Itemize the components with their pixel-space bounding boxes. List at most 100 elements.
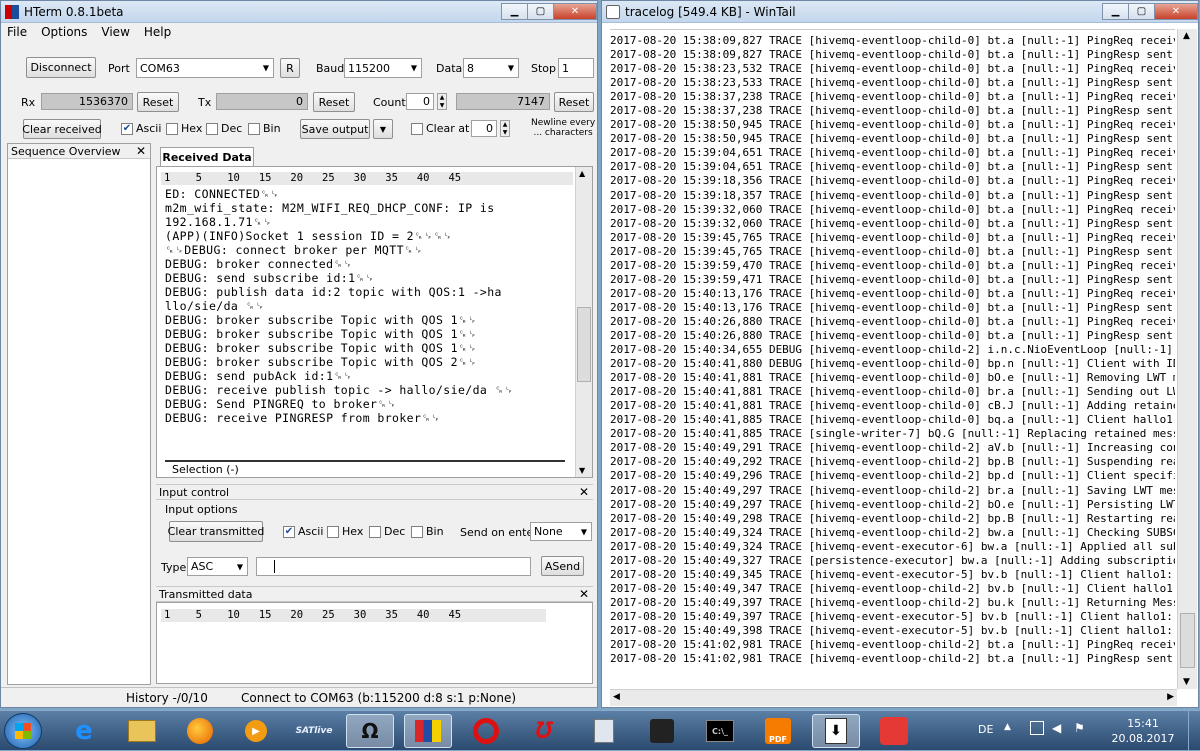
rx-reset-button[interactable]: Reset	[137, 92, 179, 112]
clear-transmitted-button[interactable]: Clear transmitted	[168, 521, 264, 542]
network-icon[interactable]	[1030, 721, 1044, 735]
send-on-enter-select[interactable]: None ▼	[530, 522, 592, 541]
close-button[interactable]: ✕	[553, 3, 597, 20]
tx-dec-checkbox[interactable]: Dec	[369, 525, 405, 538]
clear-at-input[interactable]: 0	[471, 120, 497, 137]
type-select[interactable]: ASC ▼	[187, 557, 248, 576]
pdf-label: PDF	[765, 718, 791, 744]
minimize-button[interactable]: ▁	[501, 3, 528, 20]
close-icon[interactable]: ✕	[579, 485, 589, 499]
taskbar-satlive-icon[interactable]: SATlive	[290, 714, 338, 748]
log-line: 2017-08-20 15:40:49,397 TRACE [hivemq-ev…	[610, 609, 1173, 623]
log-line: 2017-08-20 15:40:49,324 TRACE [hivemq-ev…	[610, 539, 1175, 553]
maximize-button[interactable]: ▢	[527, 3, 554, 20]
close-icon[interactable]: ✕	[136, 144, 146, 158]
wintail-titlebar[interactable]: tracelog [549.4 KB] - WinTail ▁ ▢ ✕	[602, 1, 1198, 23]
save-output-button[interactable]: Save output	[300, 119, 370, 139]
taskbar-cmd-icon[interactable]: C:\_	[696, 714, 744, 748]
taskbar-app-blocks-icon[interactable]	[404, 714, 452, 748]
log-line: 2017-08-20 15:40:49,327 TRACE [persisten…	[610, 553, 1175, 567]
chevron-down-icon: ▼	[410, 63, 417, 73]
count-reset-button[interactable]: Reset	[554, 92, 594, 112]
send-input[interactable]	[256, 557, 531, 576]
tx-ascii-checkbox[interactable]: ✔ Ascii	[283, 525, 323, 538]
flag-icon[interactable]: ⚑	[1074, 721, 1085, 735]
rx-ascii-checkbox[interactable]: ✔ Ascii	[121, 122, 161, 135]
log-horizontal-scrollbar[interactable]: ◀ ▶	[610, 689, 1177, 706]
taskbar-firefox-icon[interactable]	[176, 714, 224, 748]
status-history: History -/0/10	[126, 691, 208, 705]
taskbar-app-cat-icon[interactable]	[638, 714, 686, 748]
log-line: 2017-08-20 15:38:37,238 TRACE [hivemq-ev…	[610, 90, 1175, 104]
menu-options[interactable]: Options	[41, 25, 87, 39]
stop-bits-select[interactable]: 1	[558, 58, 594, 78]
received-scrollbar[interactable]: ▲ ▼	[575, 167, 592, 477]
tx-reset-button[interactable]: Reset	[313, 92, 355, 112]
log-line: 2017-08-20 15:38:09,827 TRACE [hivemq-ev…	[610, 48, 1173, 62]
log-scrollbar-thumb[interactable]	[1180, 613, 1195, 668]
clock-date: 20.08.2017	[1111, 732, 1175, 745]
taskbar-media-icon[interactable]: ▶	[232, 714, 280, 748]
clear-at-stepper[interactable]: ▲ ▼	[500, 120, 510, 137]
log-view[interactable]: 2017-08-20 15:38:09,827 TRACE [hivemq-ev…	[610, 29, 1175, 689]
tx-hex-checkbox[interactable]: Hex	[327, 525, 363, 538]
taskbar-app-logo-icon[interactable]: Ʊ	[520, 714, 568, 748]
log-line: 2017-08-20 15:40:49,291 TRACE [hivemq-ev…	[610, 441, 1175, 455]
rx-hex-label: Hex	[181, 122, 203, 135]
data-bits-select[interactable]: 8 ▼	[463, 58, 519, 78]
taskbar-wintail-icon[interactable]: ⬇	[812, 714, 860, 748]
language-indicator[interactable]: DE	[978, 723, 993, 736]
taskbar-hterm-icon[interactable]: Ω	[346, 714, 394, 748]
chevron-down-icon: ▼	[580, 527, 587, 536]
log-line: 2017-08-20 15:39:45,765 TRACE [hivemq-ev…	[610, 230, 1175, 244]
volume-icon[interactable]: ◀	[1052, 721, 1061, 735]
count-stepper[interactable]: ▲ ▼	[437, 93, 447, 110]
clock[interactable]: 15:41 20.08.2017	[1108, 716, 1178, 746]
count-input[interactable]: 0	[406, 93, 434, 110]
tray-expand-icon[interactable]: ▲	[1004, 722, 1011, 732]
save-output-dropdown[interactable]: ▼	[373, 119, 393, 139]
received-data-tab[interactable]: Received Data	[160, 147, 254, 166]
tx-ascii-label: Ascii	[298, 525, 324, 538]
log-vertical-scrollbar[interactable]: ▲ ▼	[1177, 29, 1197, 689]
baud-select[interactable]: 115200 ▼	[344, 58, 422, 78]
status-connection: Connect to COM63 (b:115200 d:8 s:1 p:Non…	[241, 691, 517, 705]
port-select[interactable]: COM63 ▼	[136, 58, 274, 78]
taskbar-app-red-c-icon[interactable]	[462, 714, 510, 748]
rx-hex-checkbox[interactable]: Hex	[166, 122, 202, 135]
minimize-button[interactable]: ▁	[1102, 3, 1129, 20]
refresh-ports-button[interactable]: R	[280, 58, 300, 78]
log-line: 2017-08-20 15:39:18,356 TRACE [hivemq-ev…	[610, 174, 1175, 188]
menu-view[interactable]: View	[101, 25, 129, 39]
maximize-button[interactable]: ▢	[1128, 3, 1155, 20]
rx-bin-checkbox[interactable]: Bin	[248, 122, 281, 135]
tx-bin-checkbox[interactable]: Bin	[411, 525, 444, 538]
log-line: 2017-08-20 15:40:41,885 TRACE [single-wr…	[610, 427, 1175, 441]
start-button[interactable]	[4, 713, 42, 749]
hterm-titlebar[interactable]: HTerm 0.8.1beta ▁ ▢ ✕	[1, 1, 597, 23]
taskbar-app-red-icon[interactable]	[870, 714, 918, 748]
show-desktop-button[interactable]	[1188, 711, 1200, 751]
sequence-overview-header: Sequence Overview ✕	[8, 144, 150, 159]
received-scrollbar-thumb[interactable]	[577, 307, 591, 382]
received-line: ␍␊DEBUG: connect broker per MQTT␍␊	[165, 243, 424, 257]
clear-received-button[interactable]: Clear received	[22, 119, 102, 139]
close-button[interactable]: ✕	[1154, 3, 1198, 20]
clear-at-checkbox[interactable]: Clear at	[411, 122, 469, 135]
menu-file[interactable]: File	[7, 25, 27, 39]
chevron-down-icon: ▼	[262, 63, 269, 73]
log-line: 2017-08-20 15:40:49,347 TRACE [hivemq-ev…	[610, 581, 1175, 595]
taskbar-explorer-icon[interactable]	[118, 714, 166, 748]
disconnect-button[interactable]: Disconnect	[26, 57, 96, 78]
menu-help[interactable]: Help	[144, 25, 171, 39]
taskbar-ie-icon[interactable]: e	[60, 714, 108, 748]
received-line: 192.168.1.71␍␊	[165, 215, 273, 229]
rx-dec-checkbox[interactable]: Dec	[206, 122, 242, 135]
taskbar-pdf-icon[interactable]: PDF	[754, 714, 802, 748]
close-icon[interactable]: ✕	[579, 587, 589, 601]
taskbar-calculator-icon[interactable]	[580, 714, 628, 748]
log-line: 2017-08-20 15:40:49,292 TRACE [hivemq-ev…	[610, 455, 1175, 469]
transmitted-data-panel: 1 5 10 15 20 25 30 35 40 45	[156, 602, 593, 684]
received-line: DEBUG: Send PINGREQ to broker␍␊	[165, 397, 397, 411]
asend-button[interactable]: ASend	[541, 556, 584, 576]
